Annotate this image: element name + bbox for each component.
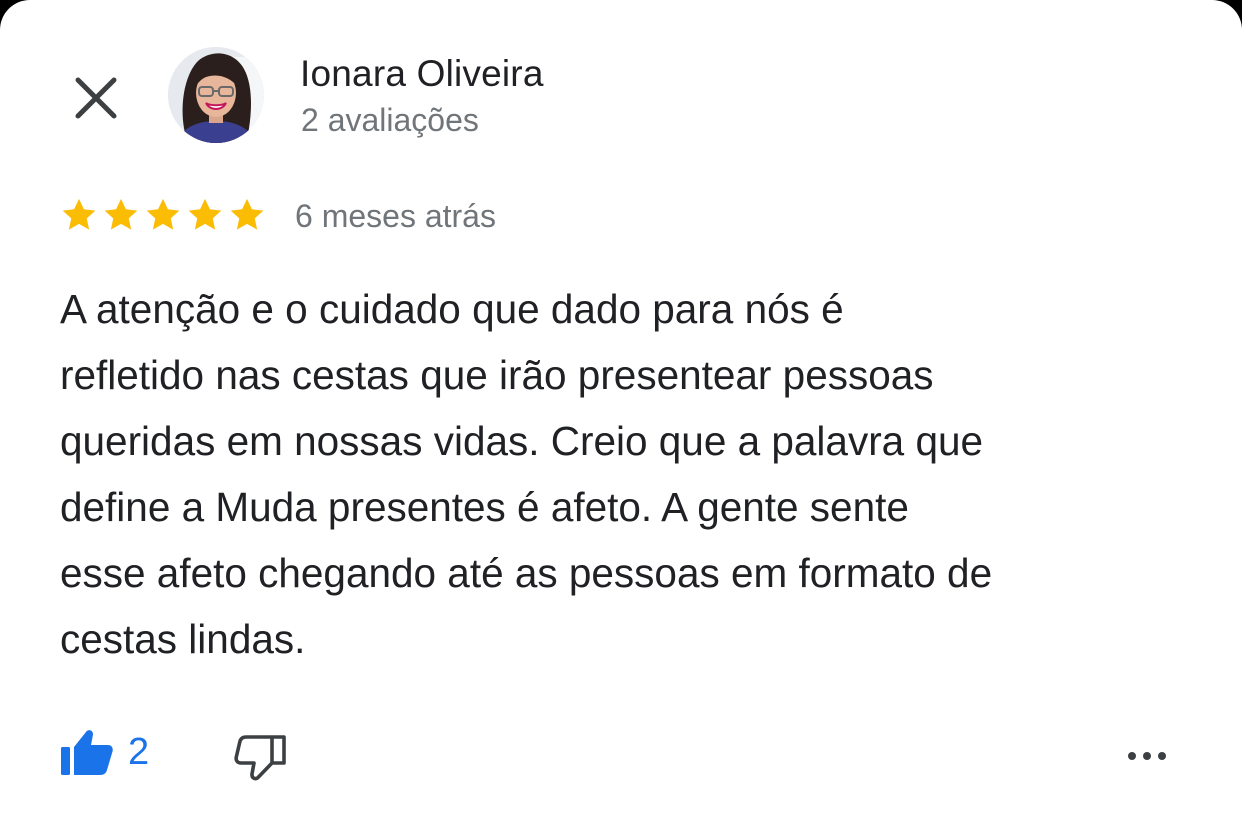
reviewer-review-count: 2 avaliações: [301, 102, 479, 138]
review-text: A atenção e o cuidado que dado para nós …: [60, 276, 1200, 672]
review-text-line: A atenção e o cuidado que dado para nós …: [60, 286, 844, 332]
star-icon: [62, 198, 96, 230]
review-text-line: queridas em nossas vidas. Creio que a pa…: [60, 418, 984, 464]
thumbs-up-icon: [61, 730, 113, 775]
review-text-line: define a Muda presentes é afeto. A gente…: [60, 484, 909, 530]
star-icon: [230, 198, 264, 230]
star-icon: [104, 198, 138, 230]
review-date: 6 meses atrás: [295, 198, 496, 234]
more-horizontal-icon: [1128, 752, 1166, 760]
close-button[interactable]: [68, 70, 124, 126]
close-icon: [75, 77, 117, 119]
review-text-line: cestas lindas.: [60, 616, 306, 662]
star-icon: [188, 198, 222, 230]
review-text-line: refletido nas cestas que irão presentear…: [60, 352, 934, 398]
like-count: 2: [128, 730, 150, 773]
dislike-button[interactable]: [234, 734, 286, 787]
reviewer-name[interactable]: Ionara Oliveira: [300, 53, 544, 95]
star-rating: [60, 196, 266, 234]
like-button[interactable]: 2: [60, 728, 149, 776]
review-card: Ionara Oliveira 2 avaliações 6 meses atr…: [0, 0, 1242, 829]
avatar-photo: [168, 47, 264, 143]
more-options-button[interactable]: [1124, 740, 1170, 772]
star-icon: [146, 198, 180, 230]
avatar[interactable]: [168, 47, 264, 143]
review-text-line: esse afeto chegando até as pessoas em fo…: [60, 550, 993, 596]
thumbs-down-icon: [234, 735, 286, 781]
